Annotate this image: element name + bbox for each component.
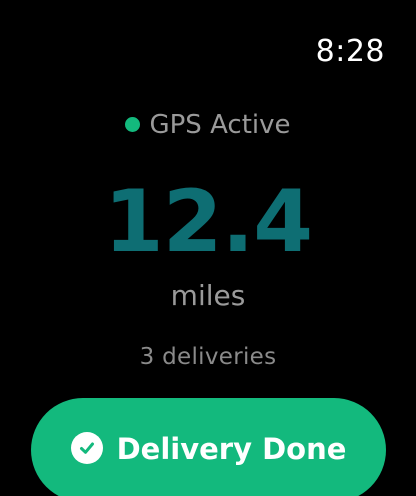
gps-status-label: GPS Active (149, 110, 291, 140)
distance-unit: miles (170, 279, 246, 312)
distance-value: 12.4 (103, 172, 313, 272)
watch-screen: 8:28 GPS Active 12.4 miles 3 deliveries … (0, 0, 416, 496)
status-time: 8:28 (315, 34, 385, 69)
delivery-done-button[interactable]: Delivery Done (31, 398, 386, 496)
deliveries-count: 3 deliveries (139, 344, 277, 370)
gps-indicator-dot-icon (125, 116, 141, 132)
delivery-done-label: Delivery Done (116, 432, 347, 466)
gps-status: GPS Active (0, 108, 416, 142)
checkmark-circle-icon (70, 432, 103, 464)
